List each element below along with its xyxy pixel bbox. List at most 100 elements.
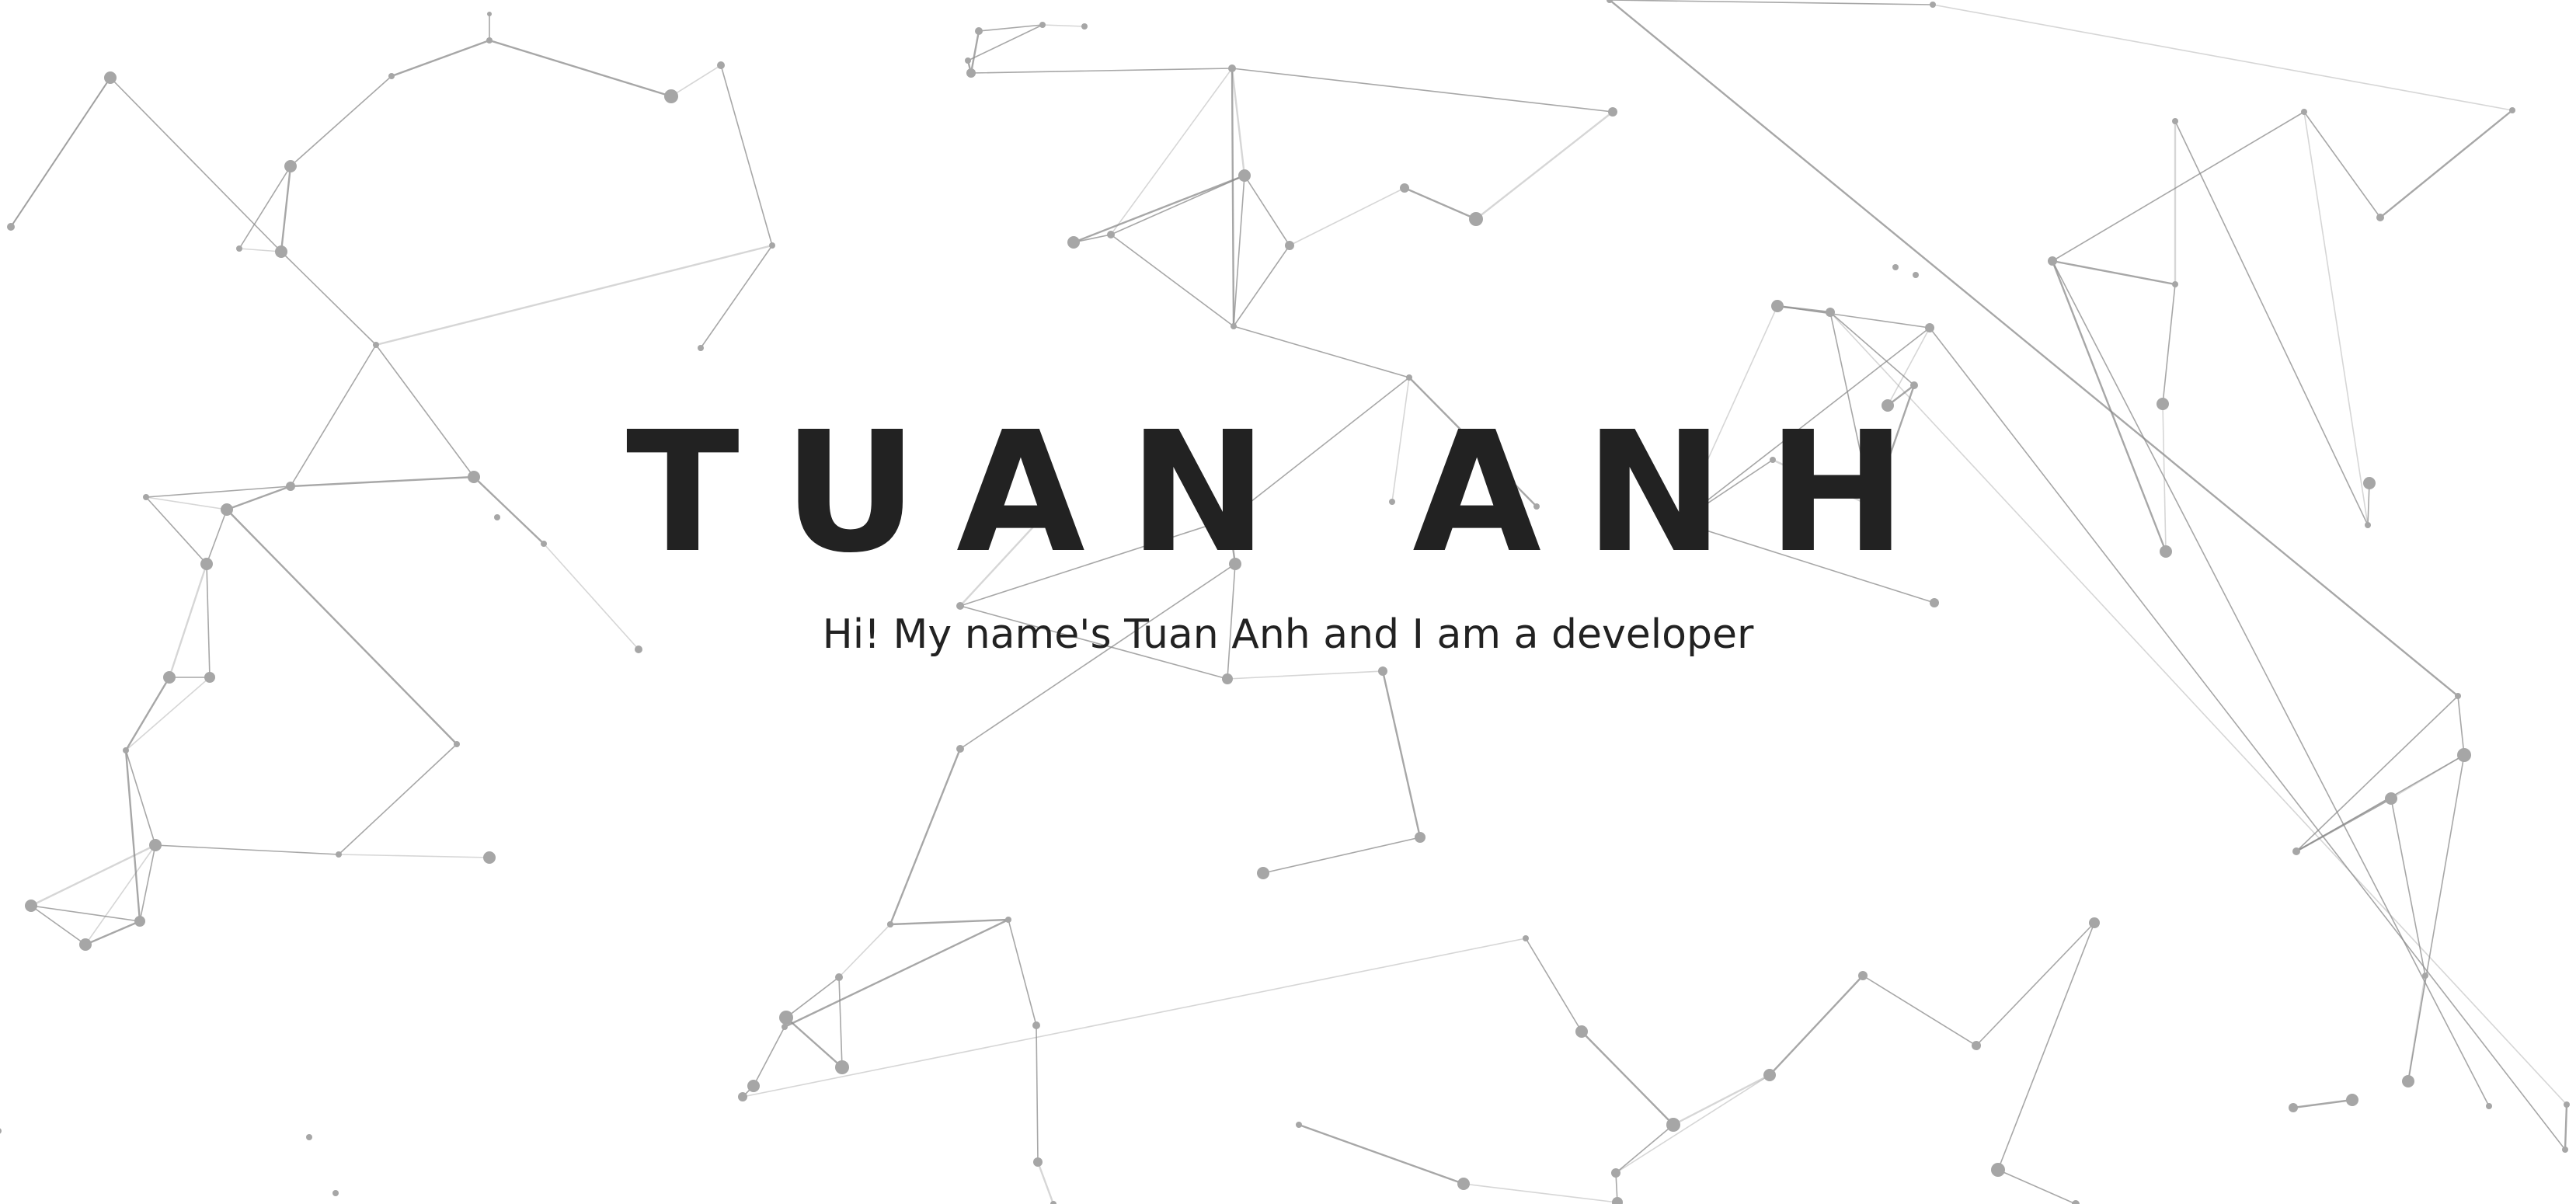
network-link [1072, 174, 1246, 244]
network-link [969, 30, 980, 75]
network-link [970, 68, 1233, 74]
hero-title: TUAN ANH [625, 396, 1951, 590]
network-link [124, 749, 141, 923]
network-node [1067, 236, 1080, 249]
network-link [838, 924, 891, 978]
network-link [2052, 260, 2490, 1107]
network-node [2486, 1103, 2492, 1109]
network-link [1289, 187, 1405, 246]
network-link [1297, 1123, 1465, 1185]
network-node [2562, 1147, 2568, 1153]
network-link [1381, 670, 1422, 839]
network-link [1615, 1124, 1674, 1174]
network-node [2376, 214, 2384, 221]
network-link [1463, 1183, 1618, 1203]
network-node [483, 851, 496, 864]
network-node [779, 1011, 793, 1025]
network-link [2296, 754, 2465, 852]
network-node [2564, 1101, 2570, 1108]
network-node [1296, 1122, 1302, 1128]
network-node [1913, 272, 1919, 278]
network-node [1005, 917, 1011, 923]
network-node [236, 245, 242, 252]
network-link [1997, 1169, 2076, 1204]
network-link [1231, 67, 1235, 328]
network-node [149, 839, 162, 851]
network-node [769, 242, 775, 249]
network-node [2346, 1094, 2358, 1106]
network-node [1611, 1168, 1620, 1178]
network-node [1257, 867, 1269, 879]
network-node [2509, 107, 2515, 113]
network-link [1862, 975, 1977, 1046]
network-link [1110, 68, 1233, 235]
network-link [889, 918, 1010, 926]
network-node [2289, 1103, 2298, 1112]
network-node [1575, 1025, 1588, 1038]
network-node [1991, 1163, 2005, 1177]
network-node [835, 973, 843, 981]
network-link [753, 1026, 785, 1087]
network-link [30, 905, 86, 945]
network-node [332, 1190, 339, 1196]
network-node [1032, 1021, 1040, 1029]
network-node [336, 851, 342, 858]
network-link [1976, 922, 2095, 1046]
network-link [2457, 695, 2465, 756]
network-node [956, 745, 964, 753]
network-node [2292, 847, 2300, 855]
network-link [1008, 919, 1037, 1026]
network-node [1523, 935, 1529, 941]
network-node [1469, 212, 1483, 226]
network-link [2051, 259, 2177, 286]
network-link [1036, 1161, 1055, 1204]
network-link [1231, 68, 1613, 113]
network-link [1932, 4, 2513, 111]
network-link [889, 747, 962, 926]
network-node [1033, 1157, 1043, 1167]
network-link [488, 39, 673, 98]
network-link [720, 64, 773, 246]
network-link [390, 39, 491, 78]
network-node [965, 57, 971, 64]
network-node [1910, 381, 1918, 389]
network-link [1262, 837, 1421, 874]
network-link [155, 844, 339, 855]
network-node [2457, 748, 2471, 762]
network-link [2564, 1103, 2568, 1151]
network-link [1042, 24, 1085, 27]
network-link [978, 24, 1043, 32]
network-node [1081, 23, 1088, 30]
network-node [966, 68, 976, 78]
network-node [2402, 1075, 2414, 1087]
network-link [1768, 974, 1864, 1077]
network-node [1612, 1197, 1623, 1204]
network-link [1525, 938, 1582, 1032]
network-link [338, 743, 458, 855]
network-link [785, 976, 840, 1018]
network-link [2162, 284, 2176, 405]
network-node [2422, 973, 2428, 979]
network-node [1858, 971, 1868, 980]
network-node [1406, 374, 1412, 381]
network-link [2292, 1098, 2354, 1109]
network-node [738, 1092, 747, 1101]
page-background: TUAN ANH Hi! My name's Tuan Anh and I am… [0, 0, 2576, 1204]
network-node [104, 71, 117, 84]
network-link [125, 677, 211, 751]
network-link [2407, 754, 2465, 1082]
network-node [486, 37, 493, 43]
network-link [30, 905, 141, 922]
network-link [2303, 111, 2381, 218]
network-node [275, 245, 287, 258]
network-node [284, 160, 297, 172]
network-link [1036, 1025, 1039, 1163]
network-link [1231, 67, 1246, 177]
network-node [123, 747, 129, 753]
network-node [373, 342, 379, 348]
network-link [1887, 327, 1930, 406]
network-node [782, 1024, 788, 1030]
network-node [717, 61, 725, 69]
network-link [124, 676, 171, 752]
network-node [79, 938, 92, 951]
